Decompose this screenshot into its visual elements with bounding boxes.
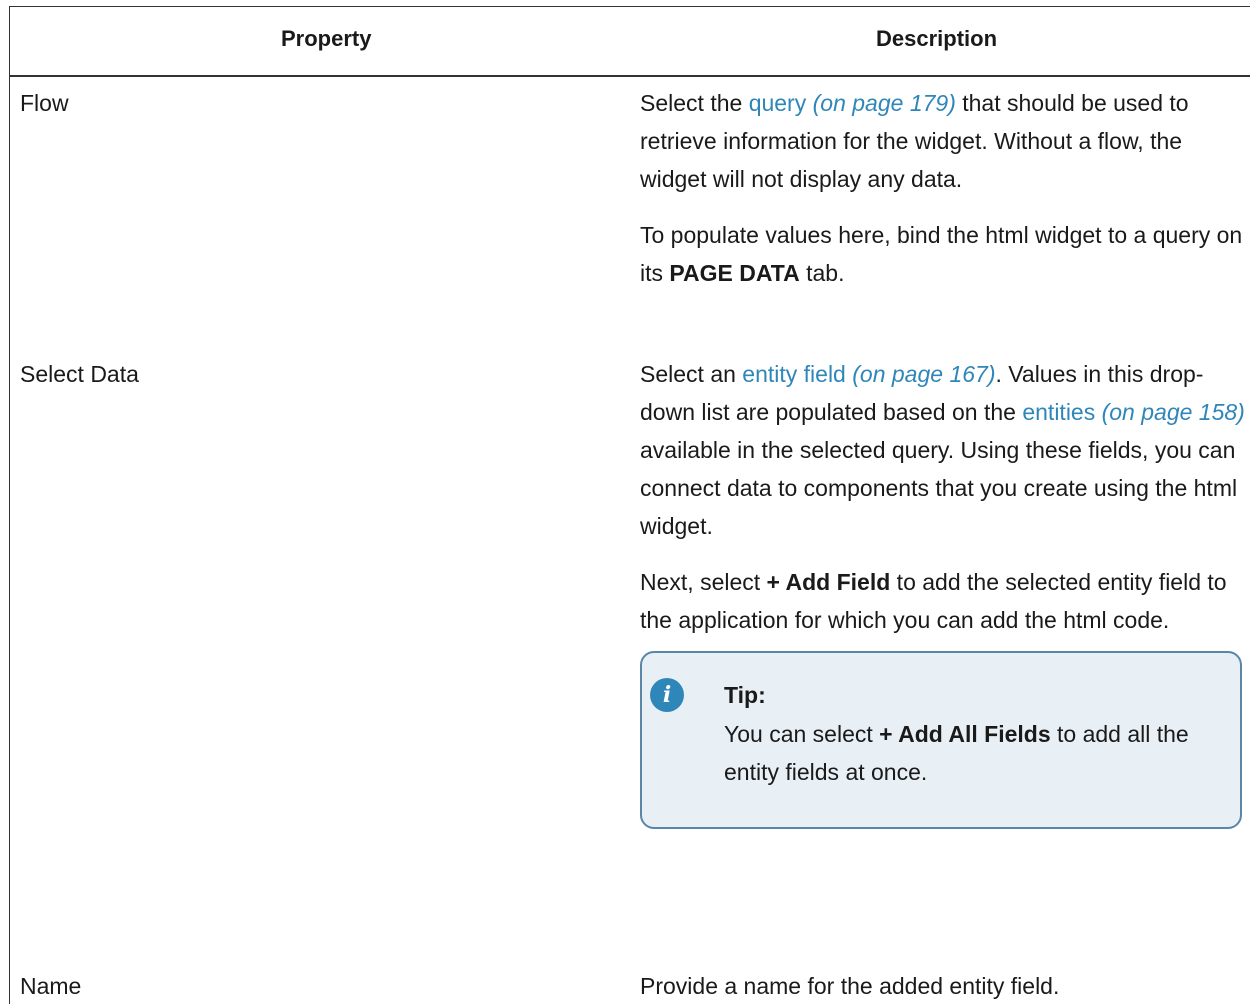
entity-field-link[interactable]: entity field — [742, 361, 846, 387]
text: Next, select — [640, 569, 767, 595]
description-cell: Select the query (on page 179) that shou… — [640, 84, 1250, 292]
bold-text: + Add All Fields — [879, 721, 1051, 747]
property-cell: Flow — [20, 90, 69, 116]
column-header-description: Description — [876, 26, 998, 51]
description-paragraph: Select the query (on page 179) that shou… — [640, 84, 1250, 198]
text: You can select — [724, 721, 880, 747]
query-link[interactable]: query — [749, 90, 807, 116]
bold-text: PAGE DATA — [669, 260, 800, 286]
page-reference: (on page 167) — [852, 361, 996, 387]
text: tab. — [799, 260, 845, 286]
description-paragraph: Next, select + Add Field to add the sele… — [640, 563, 1250, 639]
description-cell: Select an entity field (on page 167). Va… — [640, 355, 1250, 829]
tip-callout: i Tip: You can select + Add All Fields t… — [640, 651, 1242, 829]
text: Select an — [640, 361, 743, 387]
entities-link[interactable]: entities — [1022, 399, 1095, 425]
tip-title: Tip: — [724, 682, 766, 708]
bold-text: + Add Field — [766, 569, 891, 595]
table-header-row: Property Description — [10, 7, 1250, 77]
property-cell: Select Data — [20, 361, 139, 387]
page-reference: (on page 158) — [1101, 399, 1245, 425]
description-paragraph: To populate values here, bind the html w… — [640, 216, 1250, 292]
properties-table: Property Description Flow Select the que… — [9, 6, 1250, 1004]
text: Select the — [640, 90, 749, 116]
info-icon: i — [650, 678, 684, 712]
description-cell: Provide a name for the added entity fiel… — [640, 973, 1060, 999]
text: available in the selected query. Using t… — [640, 437, 1238, 539]
page-reference: (on page 179) — [812, 90, 956, 116]
tip-text: You can select + Add All Fields to add a… — [724, 715, 1224, 791]
column-header-property: Property — [281, 26, 372, 51]
property-cell: Name — [20, 973, 82, 999]
description-paragraph: Select an entity field (on page 167). Va… — [640, 355, 1250, 545]
